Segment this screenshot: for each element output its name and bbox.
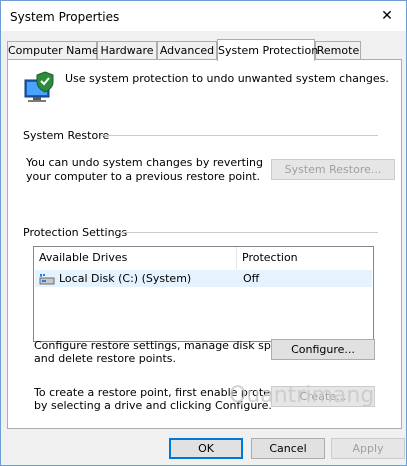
configure-text-line1: Configure restore settings, manage disk … bbox=[34, 339, 294, 352]
tab-computer-name[interactable]: Computer Name bbox=[7, 41, 99, 60]
tab-remote[interactable]: Remote bbox=[315, 41, 361, 60]
system-protection-panel: Use system protection to undo unwanted s… bbox=[7, 59, 402, 429]
system-restore-button[interactable]: System Restore... bbox=[271, 159, 395, 180]
column-header-protection[interactable]: Protection bbox=[237, 247, 298, 269]
drive-name: Local Disk (C:) (System) bbox=[59, 272, 192, 285]
configure-button[interactable]: Configure... bbox=[271, 339, 375, 360]
intro-text: Use system protection to undo unwanted s… bbox=[65, 72, 389, 85]
table-row[interactable]: Local Disk (C:) (System) Off bbox=[35, 270, 372, 287]
protection-settings-heading: Protection Settings bbox=[23, 226, 128, 239]
system-restore-text-line2: your computer to a previous restore poin… bbox=[26, 170, 260, 183]
title-bar[interactable]: System Properties ✕ bbox=[1, 1, 406, 31]
ok-button[interactable]: OK bbox=[169, 438, 243, 459]
tab-advanced[interactable]: Advanced bbox=[157, 41, 217, 60]
drive-protection-status: Off bbox=[243, 272, 260, 285]
column-header-available-drives[interactable]: Available Drives bbox=[34, 247, 127, 269]
cancel-button[interactable]: Cancel bbox=[251, 438, 325, 459]
protection-settings-divider bbox=[119, 232, 378, 233]
tab-system-protection[interactable]: System Protection bbox=[217, 39, 318, 61]
system-restore-divider bbox=[101, 135, 378, 136]
system-restore-heading: System Restore bbox=[23, 129, 110, 142]
drives-list[interactable]: Available Drives Protection Local Disk (… bbox=[33, 246, 374, 342]
window-title: System Properties bbox=[10, 10, 120, 24]
close-icon: ✕ bbox=[381, 8, 393, 24]
tab-hardware[interactable]: Hardware bbox=[97, 41, 157, 60]
watermark-text: Quantrimang bbox=[229, 383, 375, 408]
drive-icon bbox=[39, 274, 55, 285]
drives-list-header: Available Drives Protection bbox=[34, 247, 373, 269]
system-restore-text-line1: You can undo system changes by reverting bbox=[26, 156, 263, 169]
system-protection-shield-icon bbox=[24, 71, 54, 102]
system-properties-window: System Properties ✕ Computer Name Hardwa… bbox=[0, 0, 407, 466]
apply-button[interactable]: Apply bbox=[331, 438, 405, 459]
configure-text-line2: and delete restore points. bbox=[34, 352, 176, 365]
close-button[interactable]: ✕ bbox=[368, 1, 406, 31]
